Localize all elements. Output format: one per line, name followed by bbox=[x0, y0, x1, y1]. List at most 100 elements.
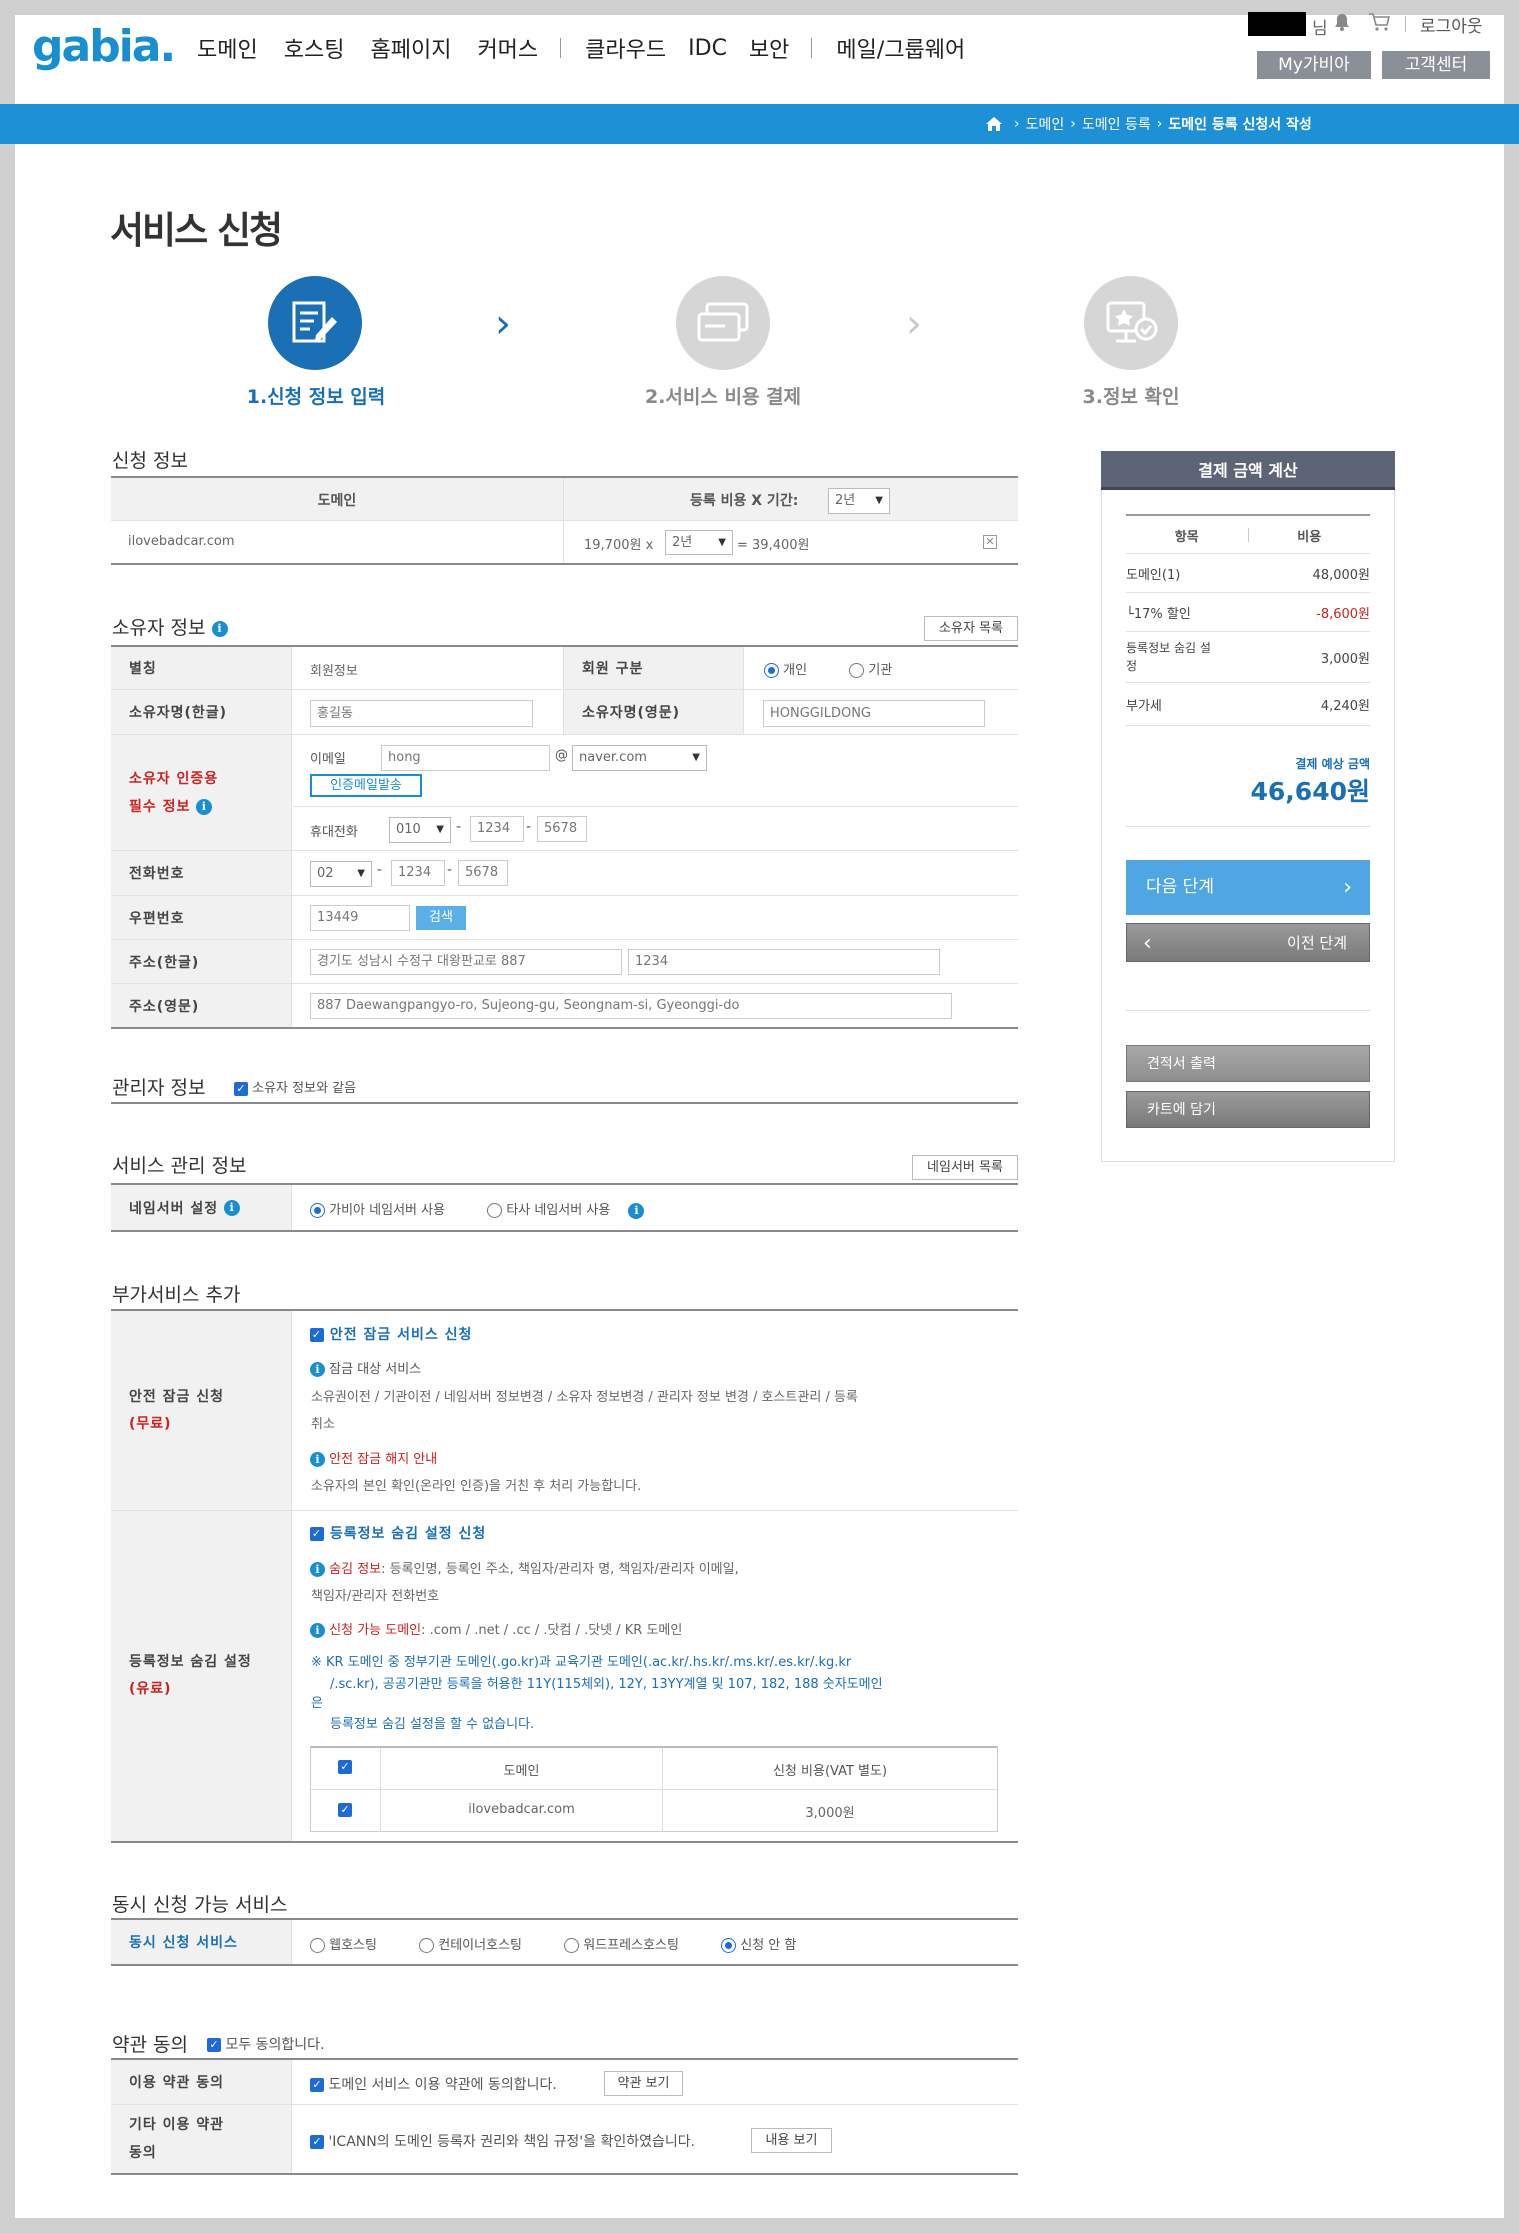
phone-last-input[interactable]: 5678 bbox=[458, 860, 508, 886]
phone-prefix-select[interactable]: 02 ▼ bbox=[310, 861, 372, 887]
delete-row-icon[interactable]: ✕ bbox=[983, 535, 997, 549]
payment-card-icon bbox=[697, 302, 749, 342]
row-line bbox=[1126, 725, 1370, 726]
safe-lock-checkbox[interactable]: ✓ 안전 잠금 서비스 신청 bbox=[310, 1324, 472, 1344]
view-content-button[interactable]: 내용 보기 bbox=[751, 2128, 832, 2153]
sidebar-header-row: 항목 비용 bbox=[1174, 528, 1322, 545]
info-icon[interactable]: i bbox=[196, 798, 213, 815]
terms-use-checkbox[interactable]: ✓ 도메인 서비스 이용 약관에 동의합니다. bbox=[310, 2074, 557, 2094]
admin-section-title: 관리자 정보 bbox=[112, 1077, 206, 1099]
no-concurrent-radio[interactable] bbox=[721, 1938, 737, 1953]
safe-lock-label: 안전 잠금 신청 (무료) bbox=[111, 1311, 292, 1510]
row-line bbox=[111, 1964, 1018, 1966]
gabia-logo[interactable]: gabia. bbox=[32, 22, 176, 72]
add-cart-button[interactable]: 카트에 담기 bbox=[1126, 1091, 1370, 1128]
table-domain: ilovebadcar.com bbox=[468, 1802, 575, 1817]
sidebar-row-vat: 부가세 4,240원 bbox=[1126, 698, 1370, 714]
org-radio[interactable] bbox=[849, 663, 865, 678]
info-icon: i bbox=[310, 1623, 325, 1638]
table-header-domain: 도메인 bbox=[503, 1764, 540, 1779]
admin-same-checkbox[interactable]: ✓ 소유자 정보와 같음 bbox=[234, 1077, 356, 1096]
support-button[interactable]: 고객센터 bbox=[1382, 51, 1490, 79]
nav-security[interactable]: 보안 bbox=[749, 32, 789, 64]
prev-step-button[interactable]: ‹ 이전 단계 bbox=[1126, 923, 1370, 962]
concurrent-options: 웹호스팅 컨테이너호스팅 워드프레스호스팅 신청 안 함 bbox=[310, 1934, 796, 1953]
nav-homepage[interactable]: 홈페이지 bbox=[370, 32, 451, 64]
address-kr-detail-input[interactable]: 1234 bbox=[628, 949, 940, 975]
mobile-prefix-select[interactable]: 010 ▼ bbox=[389, 817, 451, 843]
logout-link[interactable]: 로그아웃 bbox=[1420, 12, 1483, 37]
container-hosting-radio[interactable] bbox=[419, 1938, 435, 1953]
terms-section-title: 약관 동의 bbox=[112, 2034, 188, 2056]
info-icon: i bbox=[310, 1362, 325, 1377]
lock-target-desc-2: 취소 bbox=[311, 1417, 335, 1432]
col-cost-header: 등록 비용 X 기간: bbox=[690, 493, 799, 509]
nameserver-options: 가비아 네임서버 사용 타사 네임서버 사용 i bbox=[310, 1199, 645, 1219]
terms-other-checkbox[interactable]: ✓ 'ICANN의 도메인 등록자 권리와 책임 규정'을 확인하였습니다. bbox=[310, 2131, 695, 2151]
gabia-ns-radio[interactable] bbox=[310, 1203, 325, 1218]
nav-hosting[interactable]: 호스팅 bbox=[284, 32, 345, 64]
step-3-label: 3.정보 확인 bbox=[1082, 386, 1180, 408]
web-hosting-radio[interactable] bbox=[310, 1938, 325, 1953]
nav-commerce[interactable]: 커머스 bbox=[477, 32, 538, 64]
mobile-middle-input[interactable]: 1234 bbox=[470, 816, 524, 842]
other-ns-radio[interactable] bbox=[487, 1203, 503, 1218]
nav-cloud[interactable]: 클라우드 bbox=[585, 32, 666, 64]
individual-label: 개인 bbox=[783, 663, 808, 678]
application-section-title: 신청 정보 bbox=[112, 450, 188, 472]
next-step-button[interactable]: 다음 단계 › bbox=[1126, 860, 1370, 915]
header-divider bbox=[1405, 16, 1406, 32]
send-auth-mail-button[interactable]: 인증메일발송 bbox=[310, 774, 422, 797]
nav-idc[interactable]: IDC bbox=[688, 36, 727, 61]
owner-name-en-input[interactable]: HONGGILDONG bbox=[763, 700, 985, 727]
owner-name-en-label: 소유자명(영문) bbox=[563, 690, 744, 734]
table-header-cost: 신청 비용(VAT 별도) bbox=[772, 1764, 888, 1779]
hide-info-checkbox[interactable]: ✓ 등록정보 숨김 설정 신청 bbox=[310, 1523, 486, 1543]
view-terms-button[interactable]: 약관 보기 bbox=[604, 2071, 683, 2096]
step-3-circle bbox=[1084, 276, 1178, 370]
page-title: 서비스 신청 bbox=[110, 209, 283, 252]
breadcrumb-domain-register[interactable]: 도메인 등록 bbox=[1082, 114, 1151, 134]
domain-row-checkbox[interactable]: ✓ bbox=[338, 1803, 352, 1817]
check-icon: ✓ bbox=[310, 2135, 324, 2149]
row-period-select[interactable]: 2년 ▼ bbox=[665, 530, 733, 555]
email-domain-select[interactable]: naver.com ▼ bbox=[572, 745, 707, 771]
check-icon: ✓ bbox=[310, 1527, 324, 1541]
info-icon[interactable]: i bbox=[628, 1202, 645, 1219]
nameserver-list-button[interactable]: 네임서버 목록 bbox=[912, 1155, 1018, 1180]
my-gabia-button[interactable]: My가비아 bbox=[1257, 51, 1371, 79]
type-label: 별칭 bbox=[111, 647, 292, 689]
phone-middle-input[interactable]: 1234 bbox=[391, 860, 445, 886]
application-total: = 39,400원 bbox=[737, 538, 810, 553]
mobile-label: 휴대전화 bbox=[310, 825, 358, 840]
estimate-print-button[interactable]: 견적서 출력 bbox=[1126, 1045, 1370, 1082]
info-icon[interactable]: i bbox=[211, 620, 228, 637]
zip-label: 우편번호 bbox=[111, 896, 292, 939]
zip-input[interactable]: 13449 bbox=[310, 905, 410, 931]
hide-info-items: i 숨김 정보: 등록인명, 등록인 주소, 책임자/관리자 명, 책임자/관리… bbox=[310, 1558, 739, 1577]
address-en-label: 주소(영문) bbox=[111, 984, 292, 1027]
address-kr-input[interactable]: 경기도 성남시 수정구 대왕판교로 887 bbox=[310, 949, 622, 975]
home-icon[interactable] bbox=[986, 117, 1002, 131]
nav-mail[interactable]: 메일/그룹웨어 bbox=[836, 32, 965, 64]
email-id-input[interactable]: hong bbox=[381, 745, 550, 771]
wordpress-hosting-radio[interactable] bbox=[564, 1938, 580, 1953]
breadcrumb-domain[interactable]: 도메인 bbox=[1026, 114, 1065, 134]
hide-note-line1: ※ KR 도메인 중 정부기관 도메인(.go.kr)과 교육기관 도메인(.a… bbox=[311, 1655, 852, 1670]
info-icon[interactable]: i bbox=[224, 1199, 241, 1216]
owner-list-button[interactable]: 소유자 목록 bbox=[924, 616, 1018, 641]
member-type-label: 회원 구분 bbox=[563, 647, 744, 689]
mobile-last-input[interactable]: 5678 bbox=[537, 816, 587, 842]
bell-icon[interactable] bbox=[1333, 12, 1351, 32]
info-icon: i bbox=[310, 1452, 325, 1467]
individual-radio[interactable] bbox=[764, 663, 779, 678]
cart-icon[interactable] bbox=[1368, 12, 1390, 32]
address-en-input[interactable]: 887 Daewangpangyo-ro, Sujeong-gu, Seongn… bbox=[310, 993, 952, 1019]
nav-domain[interactable]: 도메인 bbox=[197, 32, 258, 64]
info-icon: i bbox=[310, 1562, 325, 1577]
period-select[interactable]: 2년 ▼ bbox=[828, 488, 890, 514]
select-all-checkbox[interactable]: ✓ bbox=[338, 1760, 352, 1774]
owner-name-kr-input[interactable]: 홍길동 bbox=[310, 700, 533, 727]
agree-all-checkbox[interactable]: ✓ 모두 동의합니다. bbox=[207, 2034, 325, 2054]
zip-search-button[interactable]: 검색 bbox=[416, 906, 466, 930]
